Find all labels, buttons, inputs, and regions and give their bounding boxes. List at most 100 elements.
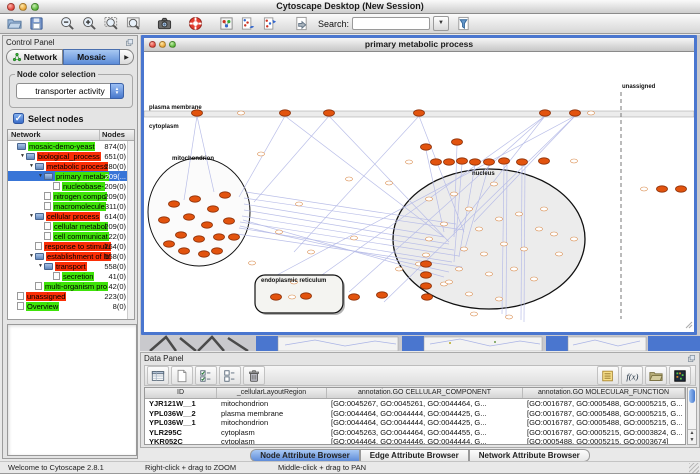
- combo-stepper-icon[interactable]: ▲▼: [110, 83, 124, 99]
- expand-arrow-icon[interactable]: ▼: [28, 213, 35, 219]
- zoom-out-button[interactable]: [57, 15, 78, 32]
- layout-grid-button[interactable]: [238, 15, 259, 32]
- zoom-window-icon[interactable]: [31, 3, 39, 11]
- column-header[interactable]: ID: [145, 388, 217, 398]
- expand-arrow-icon[interactable]: ▼: [19, 153, 26, 159]
- table-row[interactable]: YPL036W__1mitochondrion[GO:0044464, GO:0…: [145, 418, 685, 428]
- node-color-combobox[interactable]: transporter activity ▲▼: [16, 83, 124, 99]
- expand-arrow-icon[interactable]: ▼: [37, 173, 44, 179]
- expand-arrow-icon[interactable]: ▼: [28, 253, 35, 259]
- select-attributes-button[interactable]: [147, 366, 169, 385]
- matrix-view-button[interactable]: [669, 366, 691, 385]
- gene-node-small: [456, 267, 463, 271]
- zoom-in-button[interactable]: [79, 15, 100, 32]
- tree-column-network[interactable]: Network: [8, 130, 100, 140]
- tree-row[interactable]: ▼establishment of lo558(0): [8, 251, 134, 261]
- minimize-view-icon[interactable]: [159, 41, 166, 48]
- filter-button[interactable]: [453, 15, 474, 32]
- tree-row[interactable]: secretion41(0): [8, 271, 134, 281]
- select-all-button[interactable]: [195, 366, 217, 385]
- network-view-titlebar[interactable]: primary metabolic process: [144, 38, 694, 52]
- tab-network[interactable]: Network: [6, 49, 63, 65]
- network-view-window[interactable]: primary metabolic process plasma membran…: [141, 35, 697, 335]
- attribute-list-button[interactable]: [597, 366, 619, 385]
- tree-row[interactable]: ▼metabolic process280(0): [8, 161, 134, 171]
- help-button[interactable]: [185, 15, 206, 32]
- birds-eye-view[interactable]: [7, 324, 137, 456]
- tab-mosaic[interactable]: Mosaic: [63, 49, 120, 65]
- search-dropdown-arrow-icon[interactable]: ▼: [433, 16, 449, 31]
- close-view-icon[interactable]: [149, 41, 156, 48]
- tree-row[interactable]: multi-organism pro42(0): [8, 281, 134, 291]
- tree-label: primary metabo: [55, 172, 109, 181]
- tree-row[interactable]: mosaic-demo-yeast874(0): [8, 141, 134, 151]
- tree-row[interactable]: unassigned223(0): [8, 291, 134, 301]
- select-attributes-icon: [151, 369, 165, 383]
- vizmapper-button[interactable]: [216, 15, 237, 32]
- cell: [GO:0045267, GO:0045261, GO:0044464, G..…: [327, 399, 523, 409]
- select-nodes-checkbox[interactable]: ✓: [13, 113, 24, 124]
- scrollbar-arrows-icon[interactable]: ▲▼: [688, 429, 696, 444]
- snapshot-button[interactable]: [154, 15, 175, 32]
- delete-attribute-button[interactable]: [243, 366, 265, 385]
- tree-row[interactable]: nucleobase-209(0): [8, 181, 134, 191]
- network-canvas[interactable]: plasma membranecytoplasmmitochondrionnuc…: [144, 52, 694, 332]
- folder-icon: [26, 153, 35, 160]
- gene-node-small: [476, 227, 483, 231]
- function-builder-button[interactable]: [621, 366, 643, 385]
- table-scrollbar[interactable]: ▲▼: [687, 387, 697, 445]
- column-header[interactable]: annotation.GO CELLULAR_COMPONENT: [327, 388, 523, 398]
- minimize-window-icon[interactable]: [19, 3, 27, 11]
- dp-table-header: ID_cellularLayoutRegionannotation.GO CEL…: [145, 388, 685, 399]
- zoom-fit-button[interactable]: [123, 15, 144, 32]
- tree-column-nodes[interactable]: Nodes: [100, 130, 134, 140]
- file-icon: [44, 202, 51, 211]
- close-window-icon[interactable]: [7, 3, 15, 11]
- resize-grip[interactable]: [689, 463, 699, 473]
- tree-row[interactable]: nitrogen compo209(0): [8, 191, 134, 201]
- tree-count: 874(0): [104, 142, 126, 151]
- table-row[interactable]: YPL036W__2plasma membrane[GO:0044464, GO…: [145, 409, 685, 419]
- table-row[interactable]: YLR295Ccytoplasm[GO:0045263, GO:0044464,…: [145, 428, 685, 438]
- tree-row[interactable]: Overview8(0): [8, 301, 134, 311]
- tree-row[interactable]: cell communicat22(0): [8, 231, 134, 241]
- expand-arrow-icon[interactable]: ▼: [28, 163, 35, 169]
- layout-spring-button[interactable]: [260, 15, 281, 32]
- file-icon: [44, 192, 51, 201]
- tree-scrollbar[interactable]: [127, 141, 134, 319]
- tree-row[interactable]: ▼primary metabo209(...: [8, 171, 134, 181]
- more-tabs-arrow-icon[interactable]: ▶: [120, 49, 134, 65]
- gene-node: [169, 201, 180, 207]
- expand-arrow-icon[interactable]: ▼: [37, 263, 44, 269]
- zoom-view-icon[interactable]: [169, 41, 176, 48]
- tree-row[interactable]: cellular metabol209(0): [8, 221, 134, 231]
- open-button[interactable]: [4, 15, 25, 32]
- zoom-selected-button[interactable]: [101, 15, 122, 32]
- table-row[interactable]: YJR121W__1mitochondrion[GO:0045267, GO:0…: [145, 399, 685, 409]
- tree-row[interactable]: response to stimulu264(0): [8, 241, 134, 251]
- window-titlebar[interactable]: Cytoscape Desktop (New Session): [0, 0, 700, 14]
- gene-node-small: [351, 236, 358, 240]
- gene-node-small: [276, 230, 283, 234]
- column-header[interactable]: annotation.GO MOLECULAR_FUNCTION: [523, 388, 685, 398]
- create-attribute-button[interactable]: [171, 366, 193, 385]
- float-panel-icon[interactable]: [125, 38, 134, 47]
- tree-row[interactable]: macromolecule311(0): [8, 201, 134, 211]
- scrollbar-thumb[interactable]: [689, 389, 695, 403]
- tree-row[interactable]: ▼biological_process651(0): [8, 151, 134, 161]
- gene-node: [421, 283, 432, 289]
- background-windows[interactable]: [140, 335, 700, 351]
- float-panel-icon[interactable]: [687, 354, 696, 363]
- table-row[interactable]: YKR052Ccytoplasm[GO:0044464, GO:0044446,…: [145, 437, 685, 445]
- annotation-button[interactable]: [291, 15, 312, 32]
- save-button[interactable]: [26, 15, 47, 32]
- tree-count: 8(0): [113, 302, 126, 311]
- import-attributes-button[interactable]: [645, 366, 667, 385]
- unselect-all-button[interactable]: [219, 366, 241, 385]
- column-header[interactable]: _cellularLayoutRegion: [217, 388, 327, 398]
- tree-row[interactable]: ▼transport558(0): [8, 261, 134, 271]
- tree-row[interactable]: ▼cellular process614(0): [8, 211, 134, 221]
- search-input[interactable]: [352, 17, 430, 30]
- folder-icon: [17, 143, 26, 150]
- gene-node: [540, 110, 551, 116]
